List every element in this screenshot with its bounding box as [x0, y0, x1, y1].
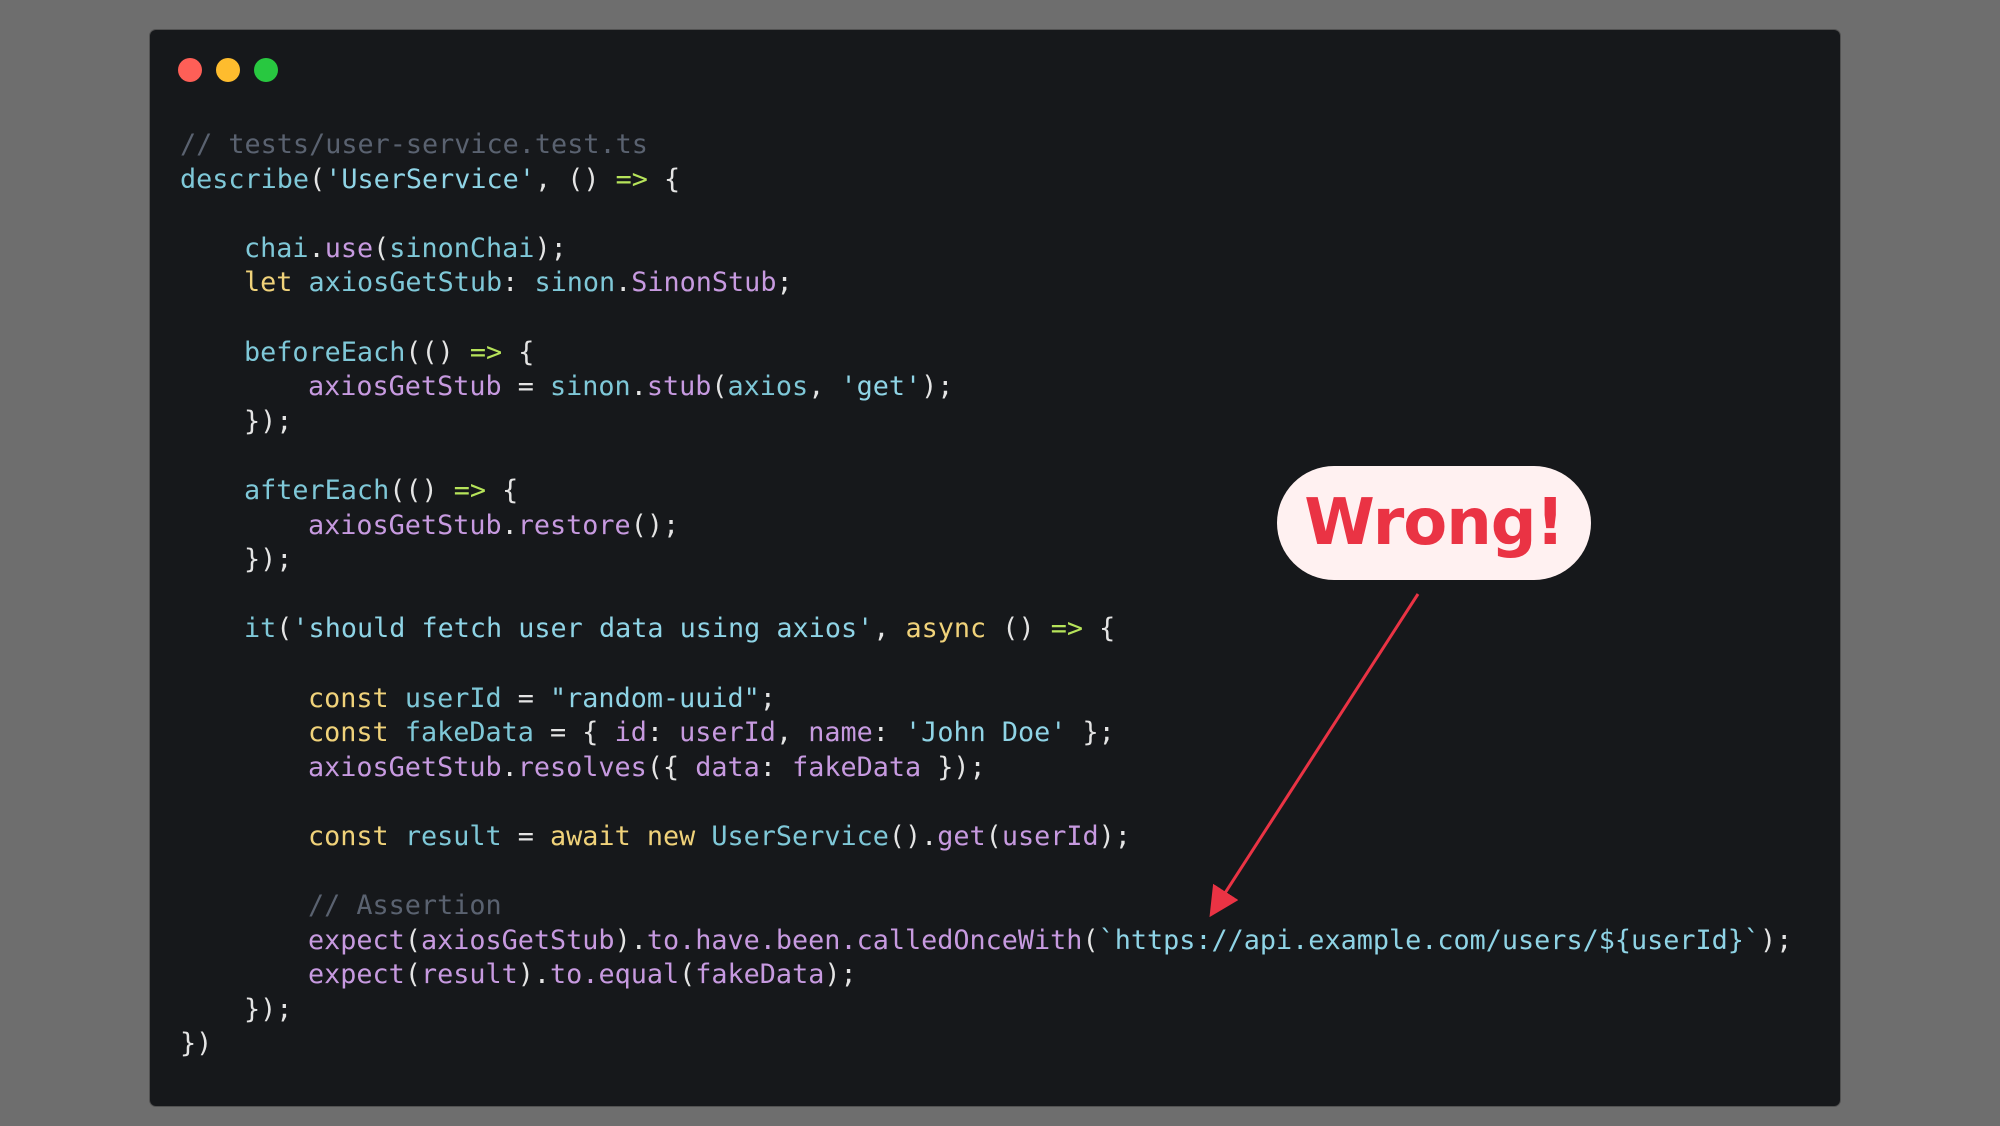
maximize-button[interactable] [254, 58, 278, 82]
wrong-callout: Wrong! [1277, 466, 1591, 580]
code-line-9: }); [244, 405, 293, 437]
code-line-17: const userId = "random-uuid"; [308, 682, 776, 714]
code-line-19: axiosGetStub.resolves({ data: fakeData }… [308, 751, 986, 783]
code-line-24: expect(axiosGetStub).to.have.been.called… [308, 924, 1793, 956]
window-controls [178, 58, 278, 82]
code-line-25: expect(result).to.equal(fakeData); [308, 959, 857, 991]
code-line-2: describe('UserService', () => { [180, 163, 681, 195]
code-line-1: // tests/user-service.test.ts [180, 129, 648, 160]
code-line-21: const result = await new UserService().g… [308, 820, 1131, 852]
code-line-26: }); [244, 993, 293, 1025]
callout-label: Wrong! [1304, 486, 1565, 560]
code-line-7: beforeEach(() => { [244, 336, 535, 368]
code-line-18: const fakeData = { id: userId, name: 'Jo… [308, 717, 1115, 749]
code-window: // tests/user-service.test.ts describe('U… [150, 30, 1840, 1106]
code-line-27: }) [180, 1028, 213, 1060]
code-line-8: axiosGetStub = sinon.stub(axios, 'get'); [308, 371, 954, 403]
close-button[interactable] [178, 58, 202, 82]
code-line-5: let axiosGetStub: sinon.SinonStub; [244, 267, 793, 299]
code-block: // tests/user-service.test.ts describe('U… [180, 128, 1792, 1062]
code-line-15: it('should fetch user data using axios',… [244, 613, 1116, 645]
code-line-4: chai.use(sinonChai); [244, 232, 567, 264]
code-line-23: // Assertion [308, 890, 502, 922]
minimize-button[interactable] [216, 58, 240, 82]
